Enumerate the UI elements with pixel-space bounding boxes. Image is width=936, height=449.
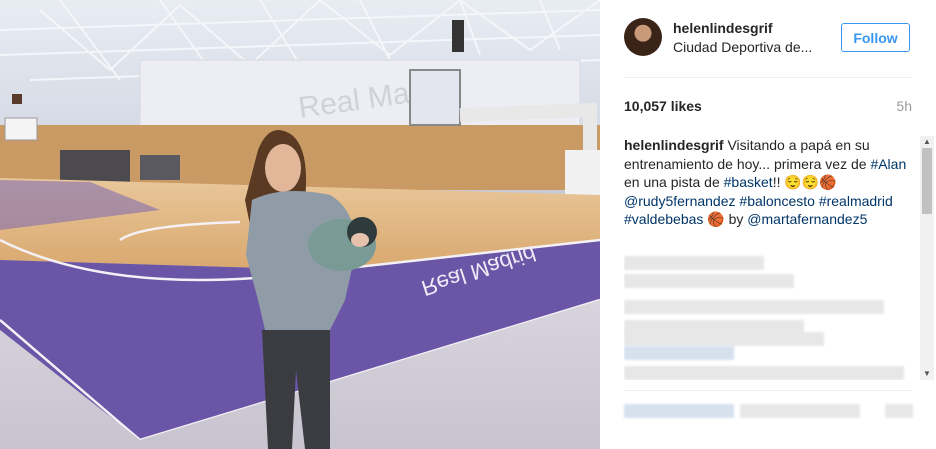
hashtag-link[interactable]: #realmadrid <box>819 193 893 209</box>
caption-username[interactable]: helenlindesgrif <box>624 137 724 153</box>
scroll-down-arrow-icon[interactable]: ▼ <box>920 368 934 380</box>
blurred-action <box>624 404 734 418</box>
post-header: helenlindesgrif Ciudad Deportiva de... F… <box>600 0 936 77</box>
caption-text: 🏀 by <box>703 211 748 227</box>
hashtag-link[interactable]: #Alan <box>870 156 906 172</box>
blurred-comment <box>624 256 764 270</box>
caption: helenlindesgrif Visitando a papá en su e… <box>624 136 914 229</box>
caption-text: !! 😌😌🏀 <box>772 174 837 190</box>
header-divider <box>624 77 912 78</box>
blurred-comment <box>624 346 734 360</box>
likes-count[interactable]: 10,057 likes <box>624 98 702 114</box>
photo-scene: Real Madrid Real Madrid <box>0 0 600 449</box>
blurred-action <box>740 404 860 418</box>
follow-button[interactable]: Follow <box>841 23 910 52</box>
post-time[interactable]: 5h <box>896 98 912 114</box>
blurred-comment <box>624 274 794 288</box>
username-link[interactable]: helenlindesgrif <box>673 20 773 36</box>
blurred-comment <box>624 300 884 314</box>
post-details-panel: helenlindesgrif Ciudad Deportiva de... F… <box>600 0 936 449</box>
hashtag-link[interactable]: #baloncesto <box>739 193 815 209</box>
hashtag-link[interactable]: #valdebebas <box>624 211 703 227</box>
blurred-action <box>885 404 913 418</box>
caption-text: en una pista de <box>624 174 724 190</box>
post-photo[interactable]: Real Madrid Real Madrid <box>0 0 600 449</box>
footer-divider <box>624 390 912 391</box>
mention-link[interactable]: @martafernandez5 <box>747 211 867 227</box>
mention-link[interactable]: @rudy5fernandez <box>624 193 736 209</box>
scroll-up-arrow-icon[interactable]: ▲ <box>920 136 934 148</box>
hashtag-link[interactable]: #basket <box>724 174 773 190</box>
comments-list[interactable]: helenlindesgrif Visitando a papá en su e… <box>624 136 914 380</box>
scrollbar-thumb[interactable] <box>922 148 932 214</box>
blurred-comment <box>624 332 824 346</box>
avatar[interactable] <box>624 18 662 56</box>
location-link[interactable]: Ciudad Deportiva de... <box>673 39 812 55</box>
blurred-comment <box>624 366 904 380</box>
